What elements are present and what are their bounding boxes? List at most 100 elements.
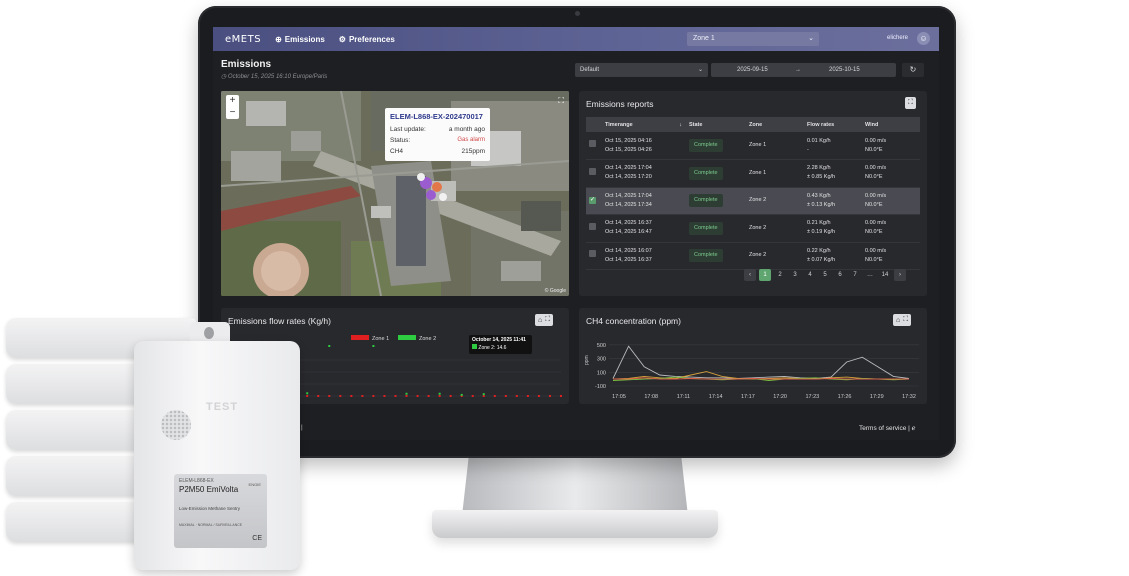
date-from[interactable]: 2025-09-15 [737,67,768,73]
data-point[interactable] [504,395,507,397]
table-row[interactable]: Oct 15, 2025 04:16 Oct 15, 2025 04:26 Comp… [586,132,920,160]
popup-row-last-update: Last update: a month ago [390,124,485,135]
status-label: Status: [390,137,411,144]
series-line[interactable] [612,345,910,379]
header-timerange[interactable]: Timerange ↓ [602,117,686,132]
site-map[interactable]: + − ELEM-L868-EX-202470017 Last update: a… [221,91,569,296]
header-zone[interactable]: Zone [746,117,804,132]
nav-emissions[interactable]: ⊕ Emissions [275,35,325,44]
table-row[interactable]: Oct 14, 2025 17:04 Oct 14, 2025 17:20 Comp… [586,159,920,188]
data-point[interactable] [405,392,408,395]
table-row[interactable]: ✓ Oct 14, 2025 17:04 Oct 14, 2025 17:34 Com… [586,187,920,215]
page-button[interactable]: 6 [834,269,846,281]
user-avatar-icon[interactable]: ☺ [917,32,930,45]
zone-select[interactable]: Zone 1 ⌄ [687,32,819,46]
date-range-picker[interactable]: 2025-09-15 → 2025-10-15 [711,63,896,77]
data-point[interactable] [427,395,430,397]
data-point[interactable] [449,395,452,397]
legend-swatch[interactable] [398,335,416,340]
app-logo[interactable]: eMETS [225,34,261,45]
legend-swatch[interactable] [351,335,369,340]
y-tick-label: -100 [595,384,606,390]
data-point[interactable] [460,393,463,396]
data-point[interactable] [306,392,309,395]
data-point[interactable] [372,345,375,347]
row-checkbox[interactable] [589,222,596,230]
data-point[interactable] [482,395,485,397]
terms-link[interactable]: Terms of service [859,425,906,432]
data-point[interactable] [350,395,353,397]
page-button[interactable]: 1 [759,269,771,281]
nav-emissions-label: Emissions [284,34,325,44]
table-cell: Oct 14, 2025 17:04 Oct 14, 2025 17:20 [602,159,686,188]
zoom-out-button[interactable]: − [226,107,239,119]
table-cell: 0.00 m/s N0.0°E [862,159,920,188]
data-point[interactable] [560,395,562,397]
state-badge: Complete [689,139,723,152]
data-point[interactable] [548,395,551,397]
device-label: ELEM-L868-EX P2M50 EmiVolta ENGIE Low-Em… [174,474,267,548]
sensor-id[interactable]: ELEM-L868-EX-202470017 [390,112,485,121]
table-cell: Complete [686,187,746,215]
date-to[interactable]: 2025-10-15 [829,67,860,73]
user-name[interactable]: elichere [887,35,908,41]
data-point[interactable] [438,395,441,397]
data-point[interactable] [339,395,342,397]
legend-label[interactable]: Zone 2 [419,336,436,342]
series-line[interactable] [612,371,909,380]
data-point[interactable] [405,395,408,397]
table-row[interactable]: Oct 14, 2025 16:37 Oct 14, 2025 16:47 Comp… [586,214,920,243]
reports-table: Timerange ↓ State Zone Flow rates Wind O… [586,117,920,270]
data-point[interactable] [306,395,309,397]
y-tick-label: 300 [597,357,606,363]
flow-uncertainty: ± 0.19 Kg/h [807,229,836,236]
page-title: Emissions [221,59,272,70]
data-point[interactable] [372,395,375,397]
prev-page-button[interactable]: ‹ [744,269,756,281]
row-checkbox[interactable] [589,140,596,147]
row-checkbox[interactable] [589,250,596,258]
data-point[interactable] [526,395,529,397]
data-point[interactable] [416,395,419,397]
header-flow[interactable]: Flow rates [804,117,862,132]
data-point[interactable] [328,345,331,347]
row-checkbox[interactable] [589,167,596,175]
page-button[interactable]: 14 [879,269,891,281]
legend-label[interactable]: Zone 1 [372,336,389,342]
data-point[interactable] [471,395,474,397]
zoom-in-button[interactable]: + [226,95,239,107]
fullscreen-icon[interactable]: ⛶ [558,96,564,106]
device-description: Low-Emission Methane Sentry [179,506,241,511]
data-point[interactable] [438,392,441,395]
data-point[interactable] [394,395,397,397]
table-cell: 0.22 Kg/h ± 0.07 Kg/h [804,242,862,270]
table-row[interactable]: Oct 14, 2025 16:07 Oct 14, 2025 16:37 Comp… [586,242,920,270]
data-point[interactable] [383,395,386,397]
data-point[interactable] [328,395,331,397]
next-page-button[interactable]: › [894,269,906,281]
data-point[interactable] [537,395,540,397]
header-state[interactable]: State [686,117,746,132]
wind-speed: 0.00 m/s [865,137,887,144]
x-tick-label: 17:17 [741,394,755,400]
page-button[interactable]: 2 [774,269,786,281]
table-cell: 0.43 Kg/h ± 0.13 Kg/h [804,187,862,215]
page-button[interactable]: 4 [804,269,816,281]
popup-row-status: Status: Gas alarm [390,135,485,146]
reports-fullscreen-button[interactable]: ⛶ [905,97,916,109]
data-point[interactable] [493,395,496,397]
table-cell: Zone 1 [746,132,804,160]
row-checkbox[interactable]: ✓ [589,197,596,205]
page-button[interactable]: 7 [849,269,861,281]
data-point[interactable] [361,395,364,397]
preset-select[interactable]: Default ⌄ [575,63,708,77]
data-point[interactable] [482,393,485,396]
data-point[interactable] [317,395,320,397]
header-wind[interactable]: Wind [862,117,920,132]
page-button[interactable]: 3 [789,269,801,281]
refresh-button[interactable]: ↻ [902,63,924,77]
data-point[interactable] [515,395,518,397]
page-button[interactable]: 5 [819,269,831,281]
nav-preferences[interactable]: ⚙ Preferences [339,35,395,44]
ch4-chart: 500 300 100 -100 ppm 17:05 17:08 17:11 17:14 17:1… [584,343,919,400]
